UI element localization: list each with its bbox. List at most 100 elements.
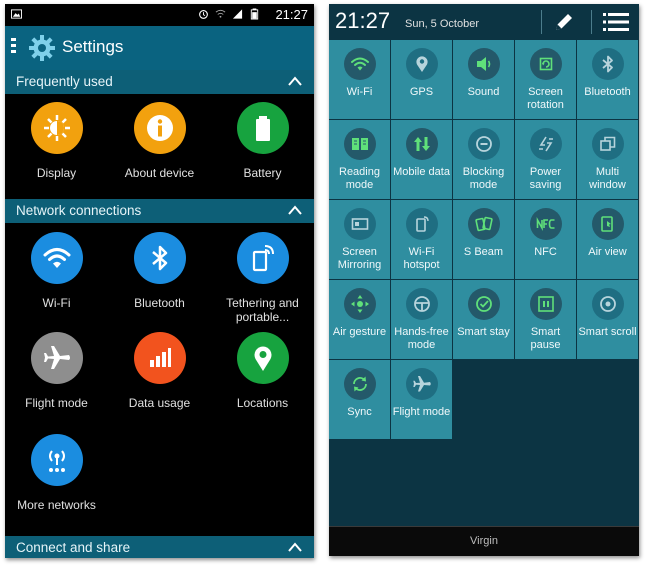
rotation-icon xyxy=(529,48,562,80)
toggle-label: Smart stay xyxy=(457,326,510,338)
quick-toggle-screen-rotation[interactable]: Screen rotation xyxy=(515,40,576,119)
location-icon xyxy=(236,332,289,384)
mirroring-icon xyxy=(343,208,376,240)
list-icon[interactable] xyxy=(603,12,629,32)
speaker-icon xyxy=(467,48,500,80)
setting-about-device[interactable]: About device xyxy=(108,102,211,180)
toggle-label: Wi-Fi xyxy=(346,86,373,98)
setting-locations[interactable]: Locations xyxy=(211,332,314,410)
wifi-icon xyxy=(343,48,376,80)
quick-toggle-screen-mirroring[interactable]: Screen Mirroring xyxy=(329,200,390,279)
setting-battery[interactable]: Battery xyxy=(211,102,314,180)
divider xyxy=(591,10,592,34)
quick-toggle-wifi[interactable]: Wi-Fi xyxy=(329,40,390,119)
airplane-icon xyxy=(405,368,438,400)
quick-toggle-gps[interactable]: GPS xyxy=(391,40,452,119)
s-beam-icon xyxy=(467,208,500,240)
toggle-label: Reading mode xyxy=(339,166,380,191)
more-networks-icon xyxy=(30,434,83,486)
setting-flight-mode[interactable]: Flight mode xyxy=(5,332,108,410)
toggle-label: Screen Mirroring xyxy=(337,246,382,271)
multi-window-icon xyxy=(591,128,624,160)
quick-settings-panel: 21:27 Sun, 5 October Wi-Fi GPS Sound Scr… xyxy=(329,4,639,556)
battery-icon xyxy=(236,102,289,154)
toggle-label: Sound xyxy=(467,86,500,98)
quick-toggle-sync[interactable]: Sync xyxy=(329,360,390,439)
setting-display[interactable]: Display xyxy=(5,102,108,180)
battery-status-icon xyxy=(250,8,259,20)
setting-label: About device xyxy=(124,166,195,180)
panel-header: 21:27 Sun, 5 October xyxy=(329,4,639,40)
quick-toggle-sound[interactable]: Sound xyxy=(453,40,514,119)
settings-screen: 21:27 Settings Frequently used Display A… xyxy=(5,4,314,558)
toggle-label: NFC xyxy=(534,246,557,258)
bluetooth-icon xyxy=(133,232,186,284)
toggle-label: Mobile data xyxy=(393,166,450,178)
quick-settings-grid: Wi-Fi GPS Sound Screen rotation Bluetoot… xyxy=(329,40,639,440)
pencil-icon[interactable] xyxy=(553,11,575,33)
sync-icon xyxy=(343,368,376,400)
setting-label: Locations xyxy=(236,396,289,410)
quick-toggle-bluetooth[interactable]: Bluetooth xyxy=(577,40,638,119)
setting-label: Display xyxy=(36,166,77,180)
setting-label: Battery xyxy=(243,166,282,180)
wifi-off-icon xyxy=(215,9,226,18)
blocking-icon xyxy=(467,128,500,160)
status-time: 21:27 xyxy=(275,7,308,22)
page-title: Settings xyxy=(62,37,124,56)
quick-toggle-power-saving[interactable]: Power saving xyxy=(515,120,576,199)
toggle-label: Smart pause xyxy=(530,326,561,351)
display-icon xyxy=(30,102,83,154)
quick-toggle-air-view[interactable]: Air view xyxy=(577,200,638,279)
smart-stay-icon xyxy=(467,288,500,320)
toggle-label: S Beam xyxy=(463,246,504,258)
menu-icon[interactable] xyxy=(11,38,16,56)
setting-label: Data usage xyxy=(128,396,191,410)
quick-toggle-wifi-hotspot[interactable]: Wi-Fi hotspot xyxy=(391,200,452,279)
toggle-label: Multi window xyxy=(589,166,626,191)
quick-toggle-smart-scroll[interactable]: Smart scroll xyxy=(577,280,638,359)
quick-toggle-hands-free-mode[interactable]: Hands-free mode xyxy=(391,280,452,359)
toggle-label: GPS xyxy=(409,86,434,98)
quick-toggle-smart-stay[interactable]: Smart stay xyxy=(453,280,514,359)
setting-tethering[interactable]: Tethering and portable... xyxy=(211,232,314,324)
air-view-icon xyxy=(591,208,624,240)
quick-toggle-s-beam[interactable]: S Beam xyxy=(453,200,514,279)
toggle-label: Flight mode xyxy=(392,406,451,418)
setting-more-networks[interactable]: More networks xyxy=(5,434,108,512)
chevron-up-icon xyxy=(288,542,302,552)
toggle-label: Wi-Fi hotspot xyxy=(403,246,440,271)
quick-toggle-blocking-mode[interactable]: Blocking mode xyxy=(453,120,514,199)
toggle-label: Hands-free mode xyxy=(394,326,449,351)
setting-label: More networks xyxy=(17,498,96,512)
toggle-label: Blocking mode xyxy=(462,166,505,191)
signal-icon xyxy=(232,9,243,19)
quick-toggle-air-gesture[interactable]: Air gesture xyxy=(329,280,390,359)
smart-pause-icon xyxy=(529,288,562,320)
smart-scroll-icon xyxy=(591,288,624,320)
quick-toggle-flight-mode[interactable]: Flight mode xyxy=(391,360,452,439)
nfc-icon xyxy=(529,208,562,240)
hotspot-icon xyxy=(405,208,438,240)
section-header-connect-and-share[interactable]: Connect and share xyxy=(5,536,314,558)
section-label: Connect and share xyxy=(16,540,131,555)
quick-toggle-smart-pause[interactable]: Smart pause xyxy=(515,280,576,359)
quick-toggle-mobile-data[interactable]: Mobile data xyxy=(391,120,452,199)
toggle-label: Air gesture xyxy=(332,326,387,338)
alarm-icon xyxy=(199,10,208,19)
setting-label: Tethering and portable... xyxy=(226,296,299,324)
gear-icon xyxy=(29,35,55,61)
section-label: Network connections xyxy=(16,203,142,218)
setting-data-usage[interactable]: Data usage xyxy=(108,332,211,410)
setting-bluetooth[interactable]: Bluetooth xyxy=(108,232,211,310)
setting-wifi[interactable]: Wi-Fi xyxy=(5,232,108,310)
section-header-frequently-used[interactable]: Frequently used xyxy=(5,70,314,94)
section-header-network-connections[interactable]: Network connections xyxy=(5,199,314,223)
quick-toggle-reading-mode[interactable]: Reading mode xyxy=(329,120,390,199)
panel-date: Sun, 5 October xyxy=(405,18,479,30)
quick-toggle-multi-window[interactable]: Multi window xyxy=(577,120,638,199)
divider xyxy=(541,10,542,34)
section-label: Frequently used xyxy=(16,74,113,89)
toggle-label: Smart scroll xyxy=(578,326,637,338)
quick-toggle-nfc[interactable]: NFC xyxy=(515,200,576,279)
